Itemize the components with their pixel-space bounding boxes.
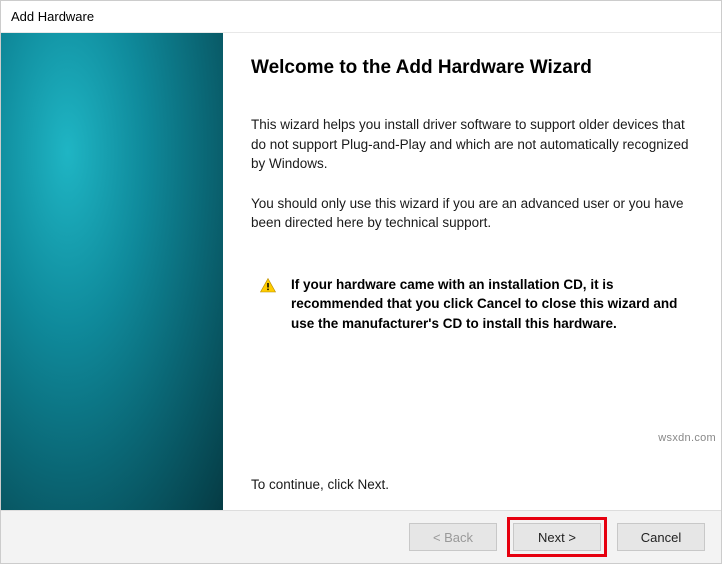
wizard-main-panel: Welcome to the Add Hardware Wizard This … — [223, 33, 721, 510]
next-button-highlight: Next > — [507, 517, 607, 557]
warning-icon — [259, 277, 277, 295]
add-hardware-wizard-window: Add Hardware Welcome to the Add Hardware… — [0, 0, 722, 564]
wizard-paragraph-1: This wizard helps you install driver sof… — [251, 115, 693, 174]
wizard-paragraph-2: You should only use this wizard if you a… — [251, 194, 693, 233]
window-title: Add Hardware — [11, 9, 94, 24]
wizard-sidebar-graphic — [1, 33, 223, 510]
warning-text: If your hardware came with an installati… — [291, 275, 693, 334]
continue-hint: To continue, click Next. — [251, 477, 693, 500]
wizard-heading: Welcome to the Add Hardware Wizard — [251, 57, 693, 79]
next-button[interactable]: Next > — [513, 523, 601, 551]
cancel-button[interactable]: Cancel — [617, 523, 705, 551]
back-button[interactable]: < Back — [409, 523, 497, 551]
content-area: Welcome to the Add Hardware Wizard This … — [1, 33, 721, 511]
watermark: wsxdn.com — [658, 432, 716, 444]
button-bar: < Back Next > Cancel — [1, 511, 721, 563]
titlebar: Add Hardware — [1, 1, 721, 33]
warning-row: If your hardware came with an installati… — [251, 275, 693, 334]
